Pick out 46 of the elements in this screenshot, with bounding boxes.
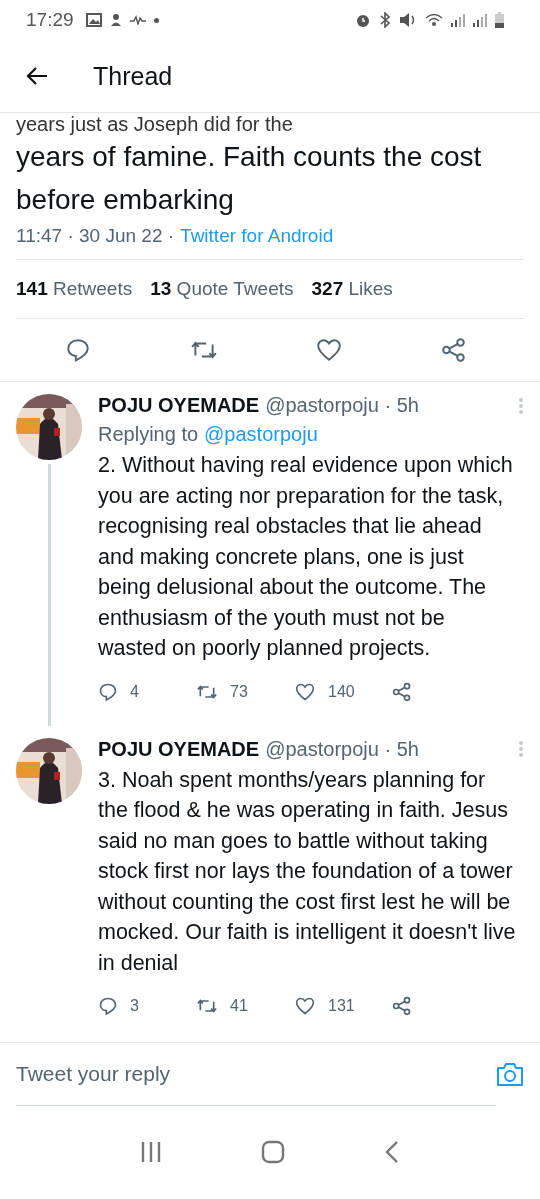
like-count: 131 — [328, 997, 355, 1015]
tweet-text-clipped: years just as Joseph did for the — [16, 113, 294, 135]
image-icon — [85, 13, 102, 27]
reply-count: 4 — [130, 682, 139, 701]
reply-icon[interactable] — [65, 337, 92, 363]
retweet-count: 41 — [230, 997, 248, 1015]
share-icon[interactable] — [392, 996, 412, 1016]
retweet-icon[interactable] — [196, 996, 218, 1016]
reply-count: 3 — [130, 997, 139, 1015]
bluetooth-icon — [379, 12, 391, 28]
author-name[interactable]: POJU OYEMADE — [98, 394, 260, 417]
tweet-text: years of famine. Faith counts the cost before embarking — [16, 140, 483, 217]
heart-icon[interactable] — [294, 681, 316, 702]
dot-icon — [153, 17, 159, 23]
camera-icon[interactable] — [496, 1061, 524, 1087]
share-icon[interactable] — [392, 681, 412, 702]
recent-apps-icon[interactable] — [139, 1141, 162, 1163]
alarm-icon — [355, 12, 371, 28]
signal-icon — [451, 13, 465, 27]
wifi-icon — [425, 13, 443, 27]
engagement-stat[interactable]: 327 Likes — [311, 278, 393, 300]
reply-text: 2. Without having real evidence upon which you are acting nor preparation for the task, recognising real obstacles that lie ahead and making concrete plans, one is just being delusional about the outcome. The enthusiasm of the youth must not be wasted on poorly planned projects. — [98, 452, 514, 662]
home-icon[interactable] — [261, 1140, 285, 1164]
engagement-stat[interactable]: 141 Retweets — [16, 278, 133, 300]
author-name[interactable]: POJU OYEMADE — [98, 737, 260, 761]
like-count: 140 — [328, 682, 355, 701]
reply-text: 3. Noah spent months/years planning for the flood & he was operating in faith. Jesus said no man goes to battle without taking stock first nor lays the foundation of a tower without counting the cost first lest he will be mocked. Our faith is intelligent it doesn't live in denial — [98, 766, 517, 977]
author-handle: @pastorpoju · 5h — [265, 737, 419, 761]
tweet-timestamp: 11:47 · 30 Jun 22 · — [16, 225, 175, 247]
status-time: 17:29 — [26, 9, 74, 31]
retweet-count: 73 — [230, 682, 248, 701]
engagement-stat[interactable]: 13 Quote Tweets — [150, 278, 294, 300]
replying-label: Replying to — [98, 423, 199, 446]
reply-icon[interactable] — [98, 681, 118, 702]
reply-icon[interactable] — [98, 996, 118, 1016]
author-handle: @pastorpoju · 5h — [265, 394, 419, 417]
back-arrow-icon[interactable] — [25, 66, 49, 86]
waveform-icon — [129, 15, 146, 25]
battery-icon — [495, 12, 504, 28]
signal-icon — [473, 13, 487, 27]
heart-icon[interactable] — [316, 337, 343, 363]
back-icon[interactable] — [384, 1140, 401, 1164]
heart-icon[interactable] — [294, 996, 316, 1016]
reply-input-field[interactable]: Tweet your reply — [16, 1042, 496, 1106]
page-title: Thread — [93, 61, 173, 91]
share-icon[interactable] — [440, 337, 467, 363]
